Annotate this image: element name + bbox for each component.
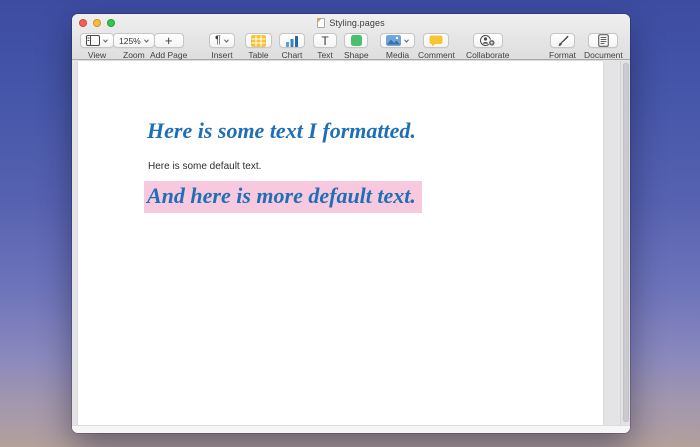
shape-button[interactable] — [344, 33, 368, 48]
window-footer — [72, 425, 630, 433]
media-label: Media — [386, 50, 409, 60]
highlighted-text[interactable]: And here is more default text. — [144, 181, 422, 213]
toolbar-item-format: Format — [549, 33, 576, 60]
traffic-lights — [79, 19, 115, 27]
shape-label: Shape — [344, 50, 369, 60]
page[interactable]: Here is some text I formatted. Here is s… — [78, 61, 603, 425]
comment-icon — [429, 35, 443, 47]
shape-icon — [351, 35, 362, 46]
text-icon: T — [321, 35, 328, 47]
format-label: Format — [549, 50, 576, 60]
text-label: Text — [317, 50, 333, 60]
collaborate-icon — [479, 34, 496, 47]
bar-chart-icon — [285, 35, 299, 47]
document-label: Document — [584, 50, 623, 60]
chart-label: Chart — [282, 50, 303, 60]
comment-label: Comment — [418, 50, 455, 60]
toolbar-item-document: Document — [584, 33, 623, 60]
toolbar-item-shape: Shape — [344, 33, 369, 60]
toolbar: View 125% Zoom + Add Page — [72, 32, 630, 60]
media-icon — [386, 35, 401, 46]
toolbar-item-media: Media — [380, 33, 415, 60]
close-button[interactable] — [79, 19, 87, 27]
zoom-value: 125% — [119, 36, 141, 46]
comment-button[interactable] — [423, 33, 449, 48]
titlebar[interactable]: Styling.pages — [72, 14, 630, 32]
toolbar-item-add-page: + Add Page — [150, 33, 187, 60]
default-text-line[interactable]: Here is some default text. — [148, 161, 261, 172]
collaborate-button[interactable] — [473, 33, 503, 48]
toolbar-item-collaborate: Collaborate — [466, 33, 509, 60]
chevron-down-icon — [103, 39, 108, 43]
insert-button[interactable]: ¶ — [209, 33, 235, 48]
toolbar-item-chart: Chart — [279, 33, 305, 60]
zoom-window-button[interactable] — [107, 19, 115, 27]
text-button[interactable]: T — [313, 33, 337, 48]
zoom-label: Zoom — [123, 50, 145, 60]
vertical-scrollbar[interactable] — [620, 61, 630, 425]
chevron-down-icon — [224, 39, 229, 43]
table-icon — [251, 35, 266, 47]
table-label: Table — [248, 50, 268, 60]
toolbar-item-text: T Text — [313, 33, 337, 60]
media-button[interactable] — [380, 33, 415, 48]
minimize-button[interactable] — [93, 19, 101, 27]
toolbar-item-insert: ¶ Insert — [209, 33, 235, 60]
format-button[interactable] — [550, 33, 575, 48]
plus-icon: + — [165, 34, 173, 47]
chevron-down-icon — [404, 39, 409, 43]
collaborate-label: Collaborate — [466, 50, 509, 60]
pages-window: Styling.pages View — [72, 14, 630, 433]
add-page-label: Add Page — [150, 50, 187, 60]
highlighted-text-line[interactable]: And here is more default text. — [144, 181, 422, 213]
view-panes-icon — [86, 35, 100, 46]
insert-label: Insert — [211, 50, 232, 60]
document-button[interactable] — [588, 33, 618, 48]
toolbar-item-table: Table — [245, 33, 272, 60]
pilcrow-icon: ¶ — [215, 35, 221, 46]
paintbrush-icon — [556, 35, 569, 47]
chart-button[interactable] — [279, 33, 305, 48]
table-button[interactable] — [245, 33, 272, 48]
document-proxy-icon[interactable] — [317, 18, 325, 28]
window-header: Styling.pages View — [72, 14, 630, 60]
toolbar-item-comment: Comment — [418, 33, 455, 60]
zoom-button[interactable]: 125% — [113, 33, 155, 48]
add-page-button[interactable]: + — [154, 33, 184, 48]
document-icon — [598, 34, 609, 47]
toolbar-item-view: View — [80, 33, 114, 60]
window-title: Styling.pages — [329, 18, 384, 28]
chevron-down-icon — [144, 39, 149, 43]
view-button[interactable] — [80, 33, 114, 48]
formatted-text-line[interactable]: Here is some text I formatted. — [147, 118, 416, 144]
view-label: View — [88, 50, 106, 60]
toolbar-item-zoom: 125% Zoom — [113, 33, 155, 60]
scrollbar-thumb[interactable] — [623, 63, 630, 422]
desktop-background: Styling.pages View — [0, 0, 700, 447]
document-canvas: Here is some text I formatted. Here is s… — [72, 60, 630, 425]
